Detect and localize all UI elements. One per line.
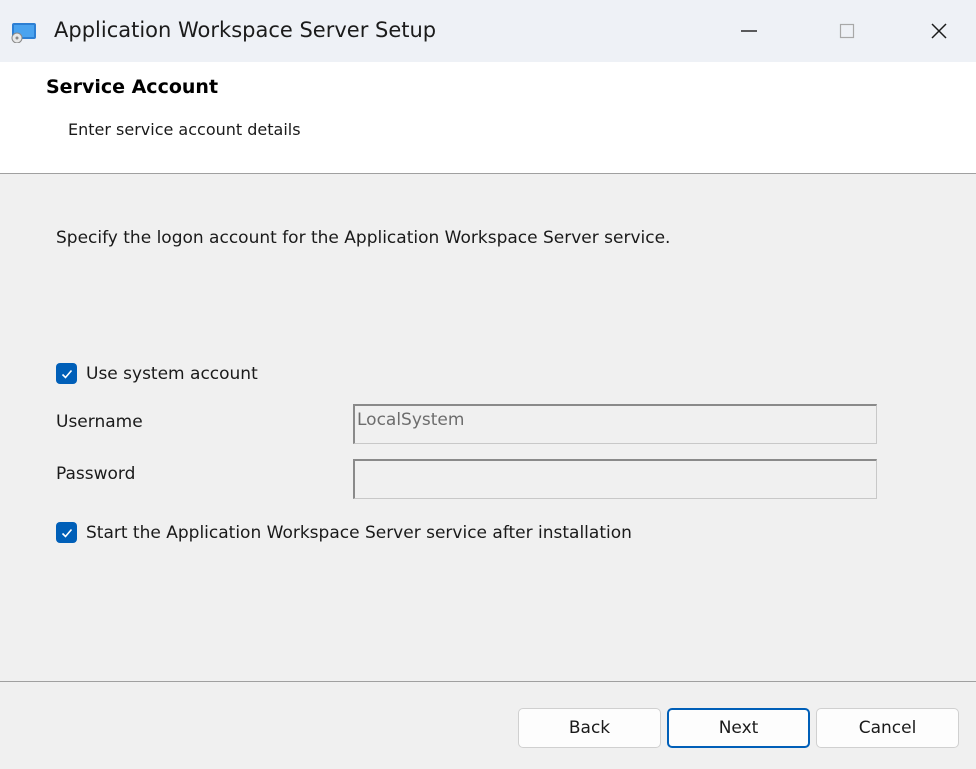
minimize-icon [741, 30, 757, 32]
next-button[interactable]: Next [667, 708, 810, 748]
start-service-label: Start the Application Workspace Server s… [86, 522, 632, 543]
use-system-account-checkbox[interactable]: Use system account [56, 363, 258, 384]
maximize-button[interactable] [812, 0, 882, 62]
page-title: Service Account [46, 76, 219, 98]
password-label: Password [56, 464, 136, 484]
username-label: Username [56, 412, 143, 432]
checkbox-checked-icon[interactable] [56, 363, 77, 384]
minimize-button[interactable] [714, 0, 784, 62]
start-service-checkbox[interactable]: Start the Application Workspace Server s… [56, 522, 632, 543]
main-content: Specify the logon account for the Applic… [0, 174, 976, 681]
page-header: Service Account Enter service account de… [0, 62, 976, 174]
footer: Back Next Cancel [0, 682, 976, 769]
close-icon [931, 23, 947, 39]
setup-window: Application Workspace Server Setup Servi… [0, 0, 976, 769]
app-installer-icon [11, 23, 36, 43]
checkbox-checked-icon[interactable] [56, 522, 77, 543]
back-button[interactable]: Back [518, 708, 661, 748]
cancel-button[interactable]: Cancel [816, 708, 959, 748]
title-bar[interactable]: Application Workspace Server Setup [0, 0, 976, 62]
use-system-account-label: Use system account [86, 363, 258, 384]
close-button[interactable] [904, 0, 974, 62]
password-field[interactable] [353, 459, 877, 499]
username-field[interactable]: LocalSystem [353, 404, 877, 444]
maximize-icon [839, 23, 855, 39]
page-subtitle: Enter service account details [68, 120, 301, 139]
window-title: Application Workspace Server Setup [54, 18, 437, 42]
instruction-text: Specify the logon account for the Applic… [56, 228, 671, 248]
